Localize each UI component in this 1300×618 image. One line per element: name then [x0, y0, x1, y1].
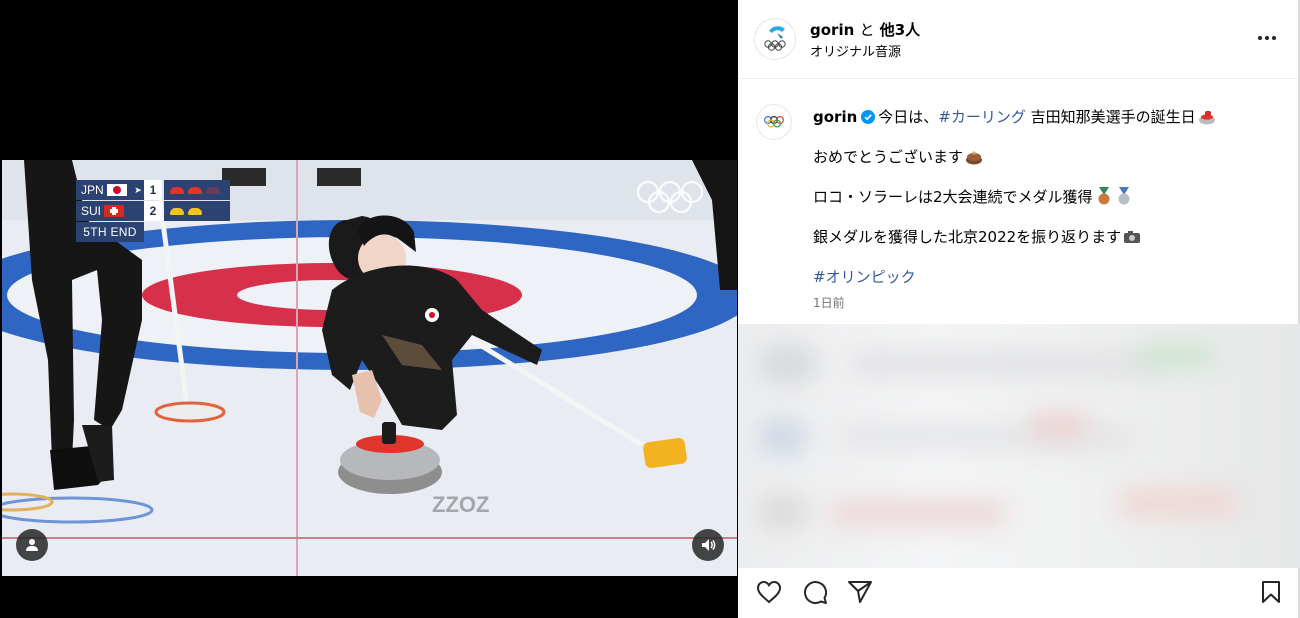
team-code: JPN: [81, 183, 104, 197]
caption-text: おめでとうございます: [813, 148, 964, 166]
instagram-post-view: ZZOZ JPN ➤ 1 SUI 2 5TH END gorin と 他3人 オ…: [0, 0, 1300, 618]
more-options-button[interactable]: [1253, 28, 1281, 48]
caption-text: 今日は、: [878, 108, 939, 126]
caption-text: 吉田知那美選手の誕生日: [1025, 108, 1196, 126]
scoreboard: JPN ➤ 1 SUI 2 5TH END: [76, 180, 230, 242]
post-timestamp[interactable]: 1日前: [813, 294, 845, 311]
audio-link[interactable]: オリジナル音源: [810, 41, 901, 60]
like-button[interactable]: [754, 577, 784, 607]
heart-icon: [756, 580, 782, 604]
comment-icon: [804, 581, 828, 605]
caption-text: ロコ・ソラーレは2大会連続でメダル獲得: [813, 188, 1093, 206]
swiss-flag-icon: [104, 205, 125, 217]
tagged-users-button[interactable]: [16, 529, 48, 561]
end-label: 5TH END: [76, 222, 144, 242]
post-caption: gorin 今日は、#カーリング 吉田知那美選手の誕生日 おめでとうございます ロ…: [738, 80, 1298, 324]
curling-stone-emoji-icon: [1198, 111, 1215, 125]
red-stone-icon: [206, 186, 220, 194]
author-conjunction: と: [859, 21, 875, 39]
blurred-comments: [738, 324, 1300, 568]
more-horizontal-icon: [1258, 36, 1262, 40]
post-authors[interactable]: gorin と 他3人: [810, 19, 920, 40]
avatar[interactable]: [754, 18, 796, 60]
hashtag-link[interactable]: #カーリング: [938, 108, 1026, 126]
caption-username[interactable]: gorin: [813, 108, 857, 126]
scoreboard-row-sui: SUI 2: [76, 201, 230, 221]
other-authors-link[interactable]: 他3人: [880, 21, 920, 39]
team-score: 2: [144, 201, 162, 221]
japan-flag-icon: [106, 184, 127, 196]
stones-remaining: [164, 180, 230, 200]
hammer-icon: ➤: [132, 180, 144, 200]
olympic-rings-icon: [763, 116, 785, 128]
olympics-logo-icon: [764, 26, 786, 51]
user-icon: [26, 539, 38, 551]
bronze-medal-emoji-icon: [1098, 187, 1110, 205]
caption-avatar[interactable]: [756, 104, 792, 140]
video-player[interactable]: ZZOZ JPN ➤ 1 SUI 2 5TH END: [0, 0, 738, 618]
verified-badge-icon: [861, 110, 876, 124]
post-side-panel: gorin と 他3人 オリジナル音源 gorin 今日は、#カーリング 吉田知…: [738, 0, 1300, 618]
share-button[interactable]: [845, 577, 875, 607]
caption-line-1: gorin 今日は、#カーリング 吉田知那美選手の誕生日: [813, 106, 1216, 127]
video-frame[interactable]: ZZOZ JPN ➤ 1 SUI 2 5TH END: [2, 160, 737, 576]
red-stone-icon: [188, 186, 202, 194]
yellow-stone-icon: [188, 207, 202, 215]
save-button[interactable]: [1256, 577, 1286, 607]
cake-emoji-icon: [966, 151, 983, 165]
scoreboard-row-jpn: JPN ➤ 1: [76, 180, 230, 200]
caption-line-2: おめでとうございます: [813, 146, 983, 167]
author-username[interactable]: gorin: [810, 21, 854, 39]
team-score: 1: [144, 180, 162, 200]
post-header: gorin と 他3人 オリジナル音源: [738, 0, 1298, 79]
send-icon: [848, 581, 872, 603]
speaker-icon: [702, 539, 716, 551]
caption-line-4: 銀メダルを獲得した北京2022を振り返ります: [813, 226, 1141, 247]
stones-remaining: [164, 201, 230, 221]
red-stone-icon: [170, 186, 184, 194]
silver-medal-emoji-icon: [1118, 187, 1130, 205]
audio-toggle-button[interactable]: [692, 529, 724, 561]
caption-text: 銀メダルを獲得した北京2022を振り返ります: [813, 228, 1122, 246]
camera-emoji-icon: [1124, 231, 1141, 243]
hashtag-link[interactable]: #オリンピック: [813, 266, 916, 287]
caption-line-3: ロコ・ソラーレは2大会連続でメダル獲得: [813, 186, 1133, 207]
comment-button[interactable]: [800, 577, 830, 607]
svg-text:ZZOZ: ZZOZ: [432, 492, 489, 517]
post-action-bar: [738, 568, 1298, 618]
bookmark-icon: [1262, 581, 1280, 603]
hammer-slot: [132, 201, 144, 221]
team-code: SUI: [81, 204, 102, 218]
yellow-stone-icon: [170, 207, 184, 215]
